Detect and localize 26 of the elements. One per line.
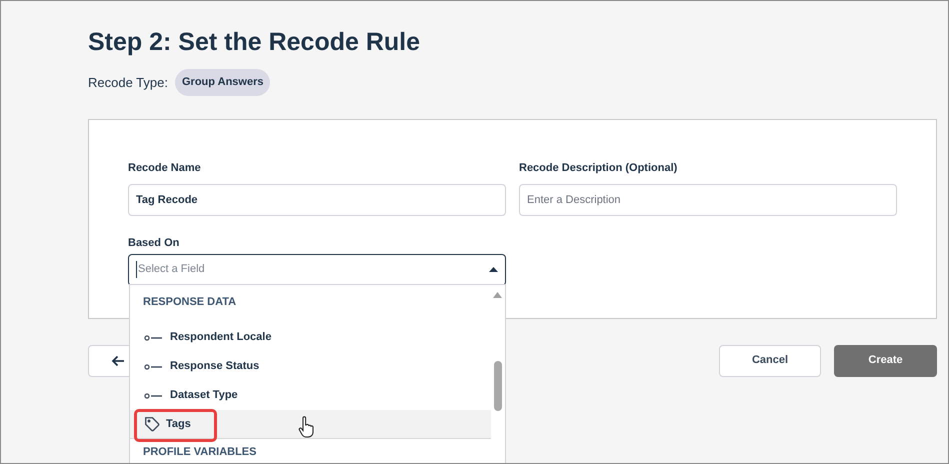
recode-type-label: Recode Type:	[88, 74, 168, 92]
recode-description-field[interactable]: Enter a Description	[519, 184, 897, 216]
caret-up-icon	[489, 267, 498, 272]
field-label: Based On	[128, 236, 180, 251]
dropdown-option[interactable]: Respondent Locale	[130, 323, 491, 352]
dropdown-option[interactable]: Tags	[130, 410, 491, 439]
dropdown-option[interactable]: Response Status	[130, 352, 491, 381]
group-header: RESPONSE DATA	[142, 295, 238, 310]
recode-type-badge: Group Answers	[174, 69, 270, 96]
field-label: Recode Name	[128, 160, 202, 176]
field-icon	[144, 334, 164, 340]
select-placeholder: Select a Field	[136, 261, 205, 278]
field-icon	[144, 364, 164, 370]
cancel-button[interactable]: Cancel	[719, 344, 821, 376]
tag-icon	[144, 416, 160, 432]
group-header: PROFILE VARIABLES	[142, 445, 258, 459]
field-icon	[144, 392, 164, 398]
arrow-left-icon	[111, 354, 125, 366]
create-button[interactable]: Create	[834, 344, 937, 376]
recode-name-field[interactable]: Tag Recode	[128, 184, 506, 216]
field-label: Recode Description (Optional)	[519, 160, 678, 176]
scroll-up-icon	[493, 292, 502, 298]
dropdown-option[interactable]: Dataset Type	[130, 381, 491, 410]
hand-pointer-icon	[298, 416, 314, 438]
scroll-thumb	[494, 361, 502, 411]
page-title: Step 2: Set the Recode Rule	[88, 27, 422, 57]
